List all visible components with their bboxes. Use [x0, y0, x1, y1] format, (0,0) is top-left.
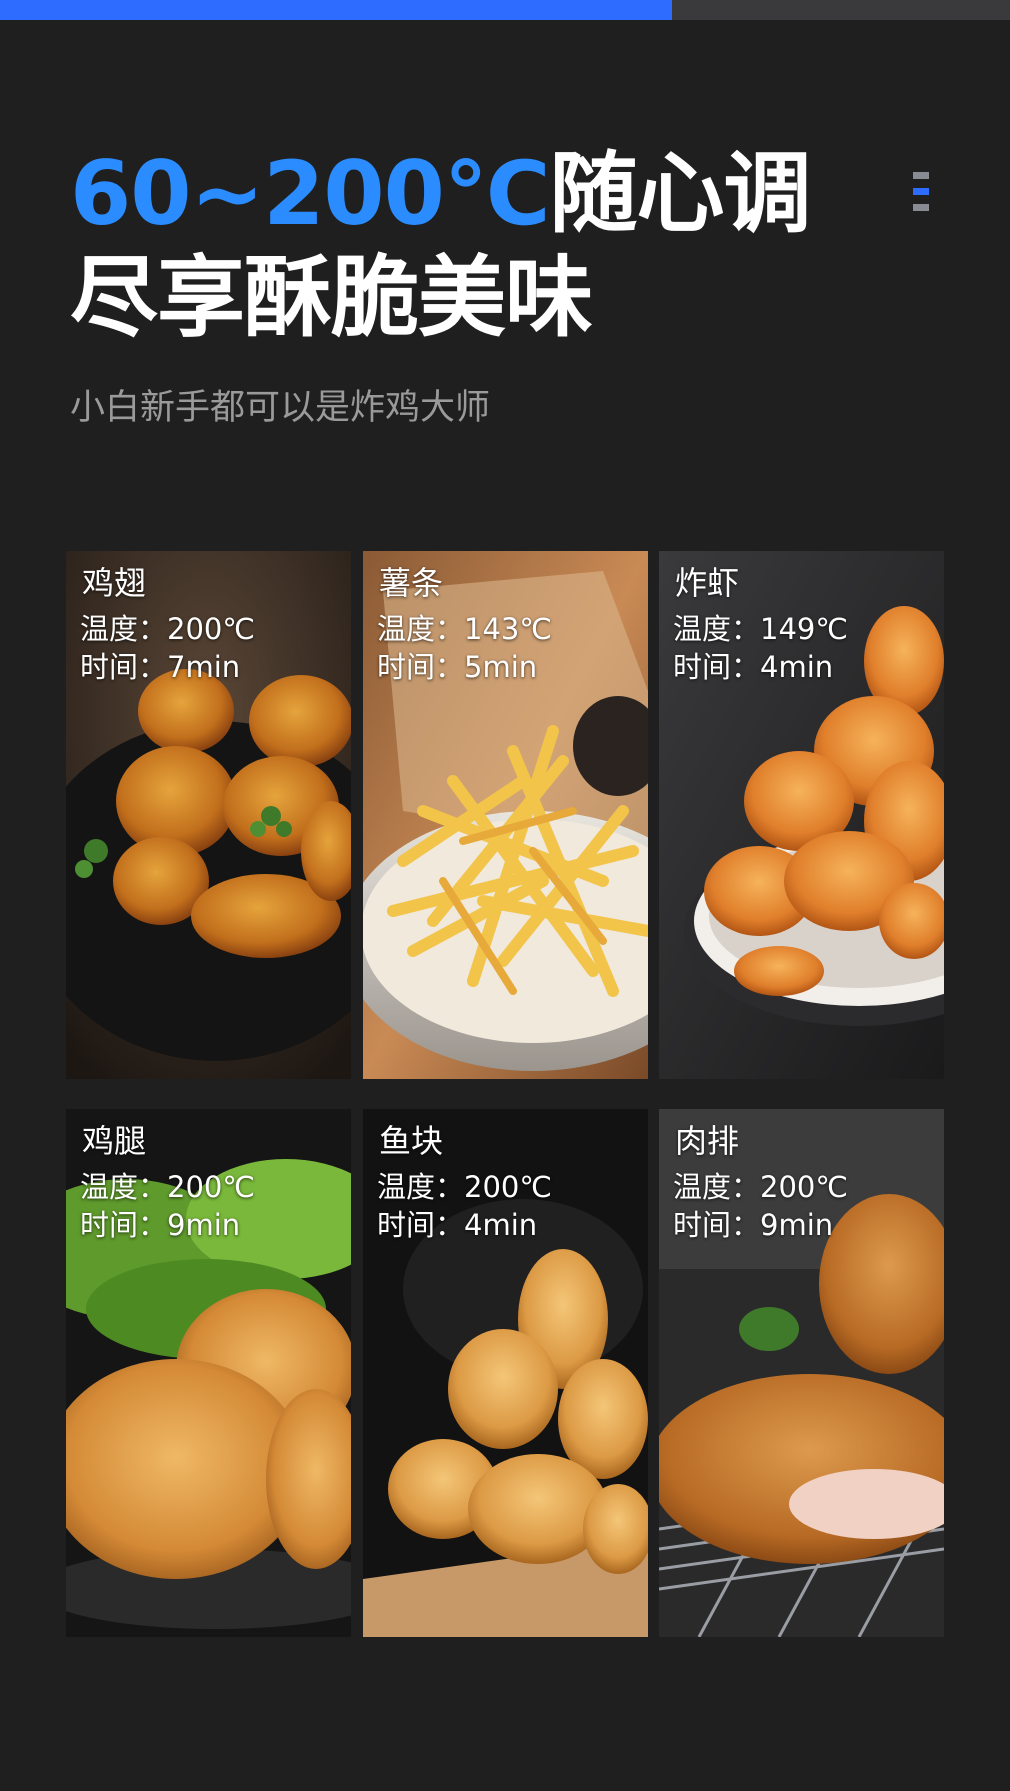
recipe-temperature: 温度：200℃	[673, 1170, 848, 1204]
headline: 60~200℃随心调 尽享酥脆美味	[70, 142, 910, 350]
recipe-name: 鸡翅	[82, 564, 147, 602]
recipe-name: 薯条	[379, 564, 444, 602]
headline-line-1: 60~200℃随心调	[70, 142, 910, 246]
recipe-time: 时间：7min	[80, 650, 241, 684]
recipe-time: 时间：5min	[377, 650, 538, 684]
recipe-card: 薯条 温度：143℃ 时间：5min	[363, 551, 648, 1079]
recipe-name: 鸡腿	[82, 1122, 147, 1160]
headline-suffix: 随心调	[549, 142, 811, 245]
recipe-temperature: 温度：200℃	[377, 1170, 552, 1204]
recipe-card: 鸡翅 温度：200℃ 时间：7min	[66, 551, 351, 1079]
recipe-card: 炸虾 温度：149℃ 时间：4min	[659, 551, 944, 1079]
recipe-time: 时间：9min	[673, 1208, 834, 1242]
recipe-card: 鱼块 温度：200℃ 时间：4min	[363, 1109, 648, 1637]
recipe-temperature: 温度：143℃	[377, 612, 552, 646]
page-indicator-icon	[913, 172, 929, 212]
recipe-time: 时间：9min	[80, 1208, 241, 1242]
recipe-name: 肉排	[675, 1122, 740, 1160]
recipe-name: 鱼块	[379, 1122, 444, 1160]
headline-line-2: 尽享酥脆美味	[70, 246, 593, 349]
recipe-card: 肉排 温度：200℃ 时间：9min	[659, 1109, 944, 1637]
scroll-progress-fill	[0, 0, 672, 20]
recipe-card: 鸡腿 温度：200℃ 时间：9min	[66, 1109, 351, 1637]
recipe-temperature: 温度：200℃	[80, 1170, 255, 1204]
temperature-range: 60~200℃	[70, 142, 550, 245]
recipe-time: 时间：4min	[377, 1208, 538, 1242]
scroll-progress-bar	[0, 0, 1010, 20]
subtitle: 小白新手都可以是炸鸡大师	[70, 388, 491, 428]
recipe-time: 时间：4min	[673, 650, 834, 684]
recipe-name: 炸虾	[675, 564, 740, 602]
recipe-temperature: 温度：149℃	[673, 612, 848, 646]
recipe-temperature: 温度：200℃	[80, 612, 255, 646]
